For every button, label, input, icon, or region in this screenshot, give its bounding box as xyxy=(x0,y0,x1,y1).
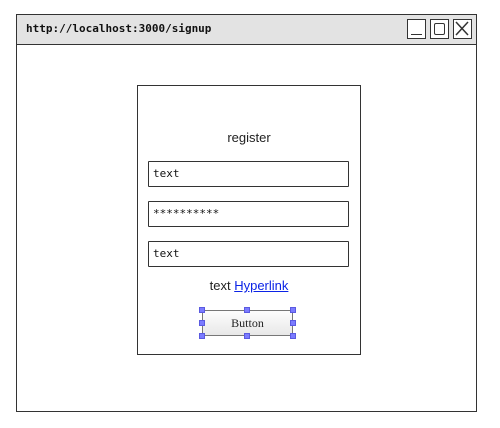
link-row-text: text xyxy=(209,278,231,293)
hyperlink[interactable]: Hyperlink xyxy=(234,278,288,293)
password-field[interactable]: ********** xyxy=(148,201,349,227)
field-value: text xyxy=(153,247,180,260)
form-heading: register xyxy=(227,130,271,145)
resize-handle-n[interactable] xyxy=(244,307,250,313)
text-field-2[interactable]: text xyxy=(148,241,349,267)
resize-handle-sw[interactable] xyxy=(199,333,205,339)
resize-handle-nw[interactable] xyxy=(199,307,205,313)
resize-handle-s[interactable] xyxy=(244,333,250,339)
title-bar: http://localhost:3000/signup xyxy=(17,15,476,45)
link-row: text Hyperlink xyxy=(138,278,360,293)
text-field-1[interactable]: text xyxy=(148,161,349,187)
signup-form: register text ********** text text Hyper… xyxy=(137,85,361,355)
address-url[interactable]: http://localhost:3000/signup xyxy=(26,22,211,35)
resize-handle-ne[interactable] xyxy=(290,307,296,313)
resize-handle-se[interactable] xyxy=(290,333,296,339)
resize-handle-w[interactable] xyxy=(199,320,205,326)
resize-handle-e[interactable] xyxy=(290,320,296,326)
field-value: text xyxy=(153,167,180,180)
minimize-icon[interactable] xyxy=(407,19,426,39)
maximize-icon[interactable] xyxy=(430,19,449,39)
close-icon[interactable] xyxy=(453,19,472,39)
button-selection: Button xyxy=(199,307,296,339)
field-value: ********** xyxy=(153,207,220,220)
